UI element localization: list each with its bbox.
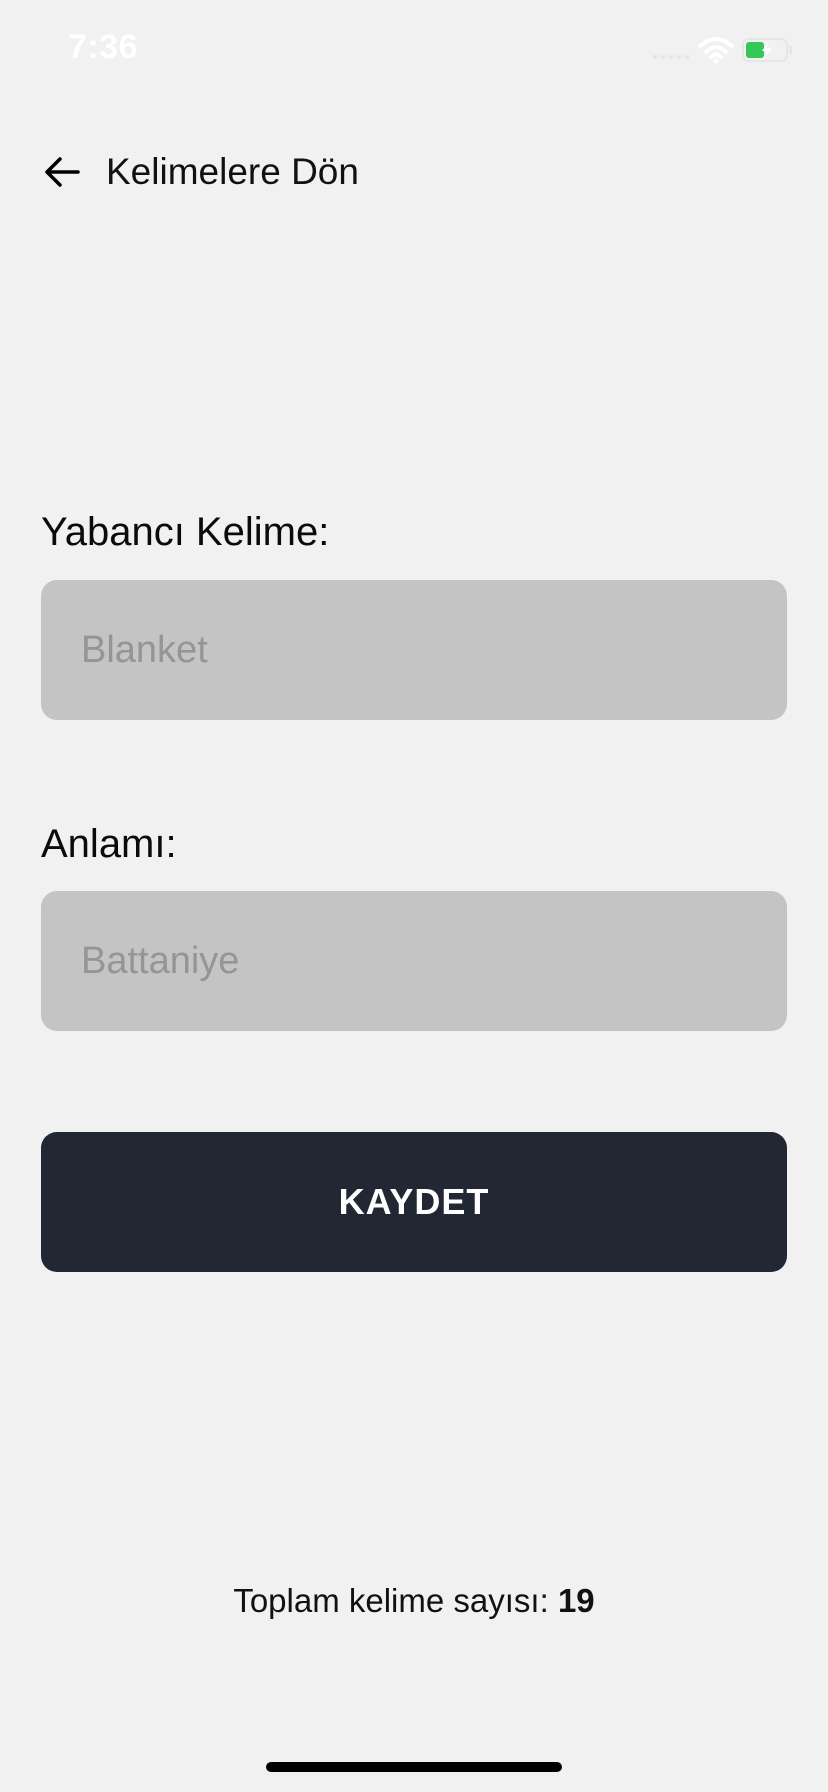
status-bar: 7:36 [0,0,828,100]
meaning-label: Anlamı: [41,822,177,866]
cellular-signal-icon [653,55,689,59]
word-count-label: Toplam kelime sayısı: [233,1582,549,1619]
back-label[interactable]: Kelimelere Dön [106,151,359,193]
foreign-word-input[interactable] [41,580,787,720]
back-to-words-button[interactable]: Kelimelere Dön [42,144,359,200]
word-count-value: 19 [557,1582,595,1619]
word-count: Toplam kelime sayısı: 19 [0,1582,828,1620]
home-indicator[interactable] [266,1762,562,1772]
meaning-input[interactable] [41,891,787,1031]
status-time: 7:36 [68,28,139,66]
save-button[interactable]: KAYDET [41,1132,787,1272]
arrow-left-icon[interactable] [42,152,82,192]
wifi-icon [698,37,734,64]
battery-charging-icon [742,38,792,62]
foreign-word-label: Yabancı Kelime: [41,510,330,554]
